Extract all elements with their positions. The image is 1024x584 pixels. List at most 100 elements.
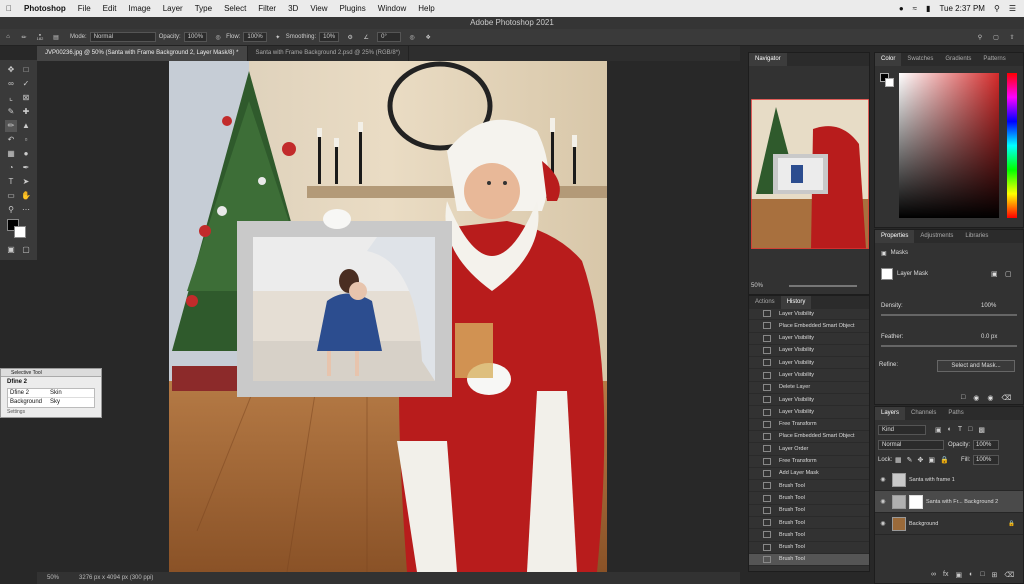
navigator-zoom-slider[interactable] xyxy=(789,285,857,287)
list-item[interactable]: Delete Layer xyxy=(749,382,869,395)
list-item[interactable]: Dfine 2 Skin xyxy=(8,389,94,398)
menu-extras-icon[interactable]: ☰ xyxy=(1009,4,1016,13)
load-selection-icon[interactable]: □ xyxy=(961,394,965,402)
fx-icon[interactable]: fx xyxy=(943,571,948,579)
menu-plugins[interactable]: Plugins xyxy=(334,4,372,13)
filter-adjust-icon[interactable]: ◐ xyxy=(948,426,952,434)
density-slider[interactable] xyxy=(881,314,1017,316)
list-item[interactable]: Background Sky xyxy=(8,398,94,407)
feather-value[interactable]: 0.0 px xyxy=(981,334,997,340)
list-item[interactable]: Brush Tool xyxy=(749,542,869,554)
menu-3d[interactable]: 3D xyxy=(282,4,304,13)
list-item[interactable]: Layer Visibility xyxy=(749,333,869,345)
menu-view[interactable]: View xyxy=(304,4,333,13)
list-item[interactable]: Layer Visibility xyxy=(749,394,869,407)
menu-help[interactable]: Help xyxy=(412,4,440,13)
eye-icon[interactable]: ◉ xyxy=(878,476,888,483)
menu-layer[interactable]: Layer xyxy=(157,4,189,13)
pressure-size-icon[interactable]: ◎ xyxy=(406,31,418,43)
list-item[interactable]: Free Transform xyxy=(749,456,869,468)
status-zoom[interactable]: 50% xyxy=(47,575,59,581)
list-item[interactable]: Layer Visibility xyxy=(749,345,869,358)
tab-color[interactable]: Color xyxy=(875,53,902,66)
symmetry-icon[interactable]: ❖ xyxy=(422,31,434,43)
lock-artboard-icon[interactable]: ▣ xyxy=(928,456,935,464)
background-color-swatch[interactable] xyxy=(14,226,26,238)
clock[interactable]: Tue 2:37 PM xyxy=(939,4,985,13)
gradient-tool-icon[interactable]: ▦ xyxy=(5,148,17,160)
list-item[interactable]: Free Transform xyxy=(749,419,869,431)
healing-tool-icon[interactable]: ✚ xyxy=(20,106,32,118)
move-tool-icon[interactable]: ✥ xyxy=(5,64,17,76)
fill-field[interactable]: 100% xyxy=(973,455,999,465)
eye-icon[interactable]: ◉ xyxy=(878,498,888,505)
frame-tool-icon[interactable]: ⊠ xyxy=(20,92,32,104)
list-item[interactable]: Layer Visibility xyxy=(749,406,869,419)
density-value[interactable]: 100% xyxy=(981,303,996,309)
color-field[interactable] xyxy=(899,73,999,218)
group-icon[interactable]: □ xyxy=(980,571,984,579)
layer-mask-thumbnail[interactable] xyxy=(909,494,923,509)
status-doc-size[interactable]: 3276 px x 4094 px (300 ppi) xyxy=(79,575,153,581)
adjustment-icon[interactable]: ◐ xyxy=(969,571,973,579)
navigator-zoom[interactable]: 50% xyxy=(751,283,763,289)
more-tools-icon[interactable]: ⋯ xyxy=(20,204,32,216)
filter-type-icon[interactable]: T xyxy=(958,426,962,434)
menu-type[interactable]: Type xyxy=(189,4,218,13)
brush-icon[interactable]: ✏ xyxy=(18,31,30,43)
tab-paths[interactable]: Paths xyxy=(942,407,969,420)
list-item[interactable]: Add Layer Mask xyxy=(749,468,869,481)
new-layer-icon[interactable]: ⊞ xyxy=(992,571,998,579)
blend-mode-select[interactable]: Normal xyxy=(878,440,944,450)
marquee-tool-icon[interactable]: □ xyxy=(20,64,32,76)
apply-mask-icon[interactable]: ◉ xyxy=(973,394,979,402)
eyedropper-tool-icon[interactable]: ✎ xyxy=(5,106,17,118)
pixel-mask-icon[interactable]: ▣ xyxy=(991,270,998,278)
list-item[interactable]: Brush Tool xyxy=(749,480,869,493)
tab-properties[interactable]: Properties xyxy=(875,230,915,243)
history-brush-tool-icon[interactable]: ↶ xyxy=(5,134,17,146)
tab-patterns[interactable]: Patterns xyxy=(977,53,1011,66)
background-color-swatch[interactable] xyxy=(885,78,894,87)
list-item[interactable]: Brush Tool xyxy=(749,517,869,530)
quick-select-tool-icon[interactable]: ✓ xyxy=(20,78,32,90)
opacity-field[interactable]: 100% xyxy=(183,32,208,42)
visibility-icon[interactable]: ◉ xyxy=(987,394,993,402)
filter-shape-icon[interactable]: □ xyxy=(968,426,972,434)
tab-layers[interactable]: Layers xyxy=(875,407,906,420)
layer-mask-thumbnail[interactable] xyxy=(881,268,893,280)
list-item[interactable]: Place Embedded Smart Object xyxy=(749,431,869,444)
eye-icon[interactable]: ◉ xyxy=(878,520,888,527)
menu-image[interactable]: Image xyxy=(122,4,156,13)
list-item[interactable]: Layer Visibility xyxy=(749,357,869,370)
type-tool-icon[interactable]: T xyxy=(5,176,17,188)
smoothing-field[interactable]: 10% xyxy=(319,32,340,42)
screen-mode-icon[interactable]: ▢ xyxy=(20,244,32,256)
search-icon[interactable]: ⚲ xyxy=(974,31,986,43)
eraser-tool-icon[interactable]: ▫ xyxy=(20,134,32,146)
menu-edit[interactable]: Edit xyxy=(97,4,123,13)
record-icon[interactable]: ● xyxy=(899,4,904,13)
selective-settings[interactable]: Settings xyxy=(1,409,101,415)
mode-select[interactable]: Normal xyxy=(89,32,156,42)
menu-file[interactable]: File xyxy=(72,4,97,13)
lock-all-icon[interactable]: 🔒 xyxy=(940,456,949,464)
layer-opacity-field[interactable]: 100% xyxy=(973,440,999,450)
menu-filter[interactable]: Filter xyxy=(252,4,282,13)
lock-move-icon[interactable]: ✥ xyxy=(918,456,924,464)
angle-field[interactable]: 0° xyxy=(377,32,402,42)
tab-libraries[interactable]: Libraries xyxy=(959,230,994,243)
pen-tool-icon[interactable]: ✒ xyxy=(20,162,32,174)
brush-settings-icon[interactable]: ▤ xyxy=(50,31,62,43)
list-item[interactable]: Brush Tool xyxy=(749,553,869,567)
tab-gradients[interactable]: Gradients xyxy=(939,53,977,66)
battery-icon[interactable]: ▮ xyxy=(926,4,930,13)
list-item[interactable]: Brush Tool xyxy=(749,529,869,542)
share-icon[interactable]: ⇧ xyxy=(1006,31,1018,43)
home-icon[interactable]: ⌂ xyxy=(2,31,14,43)
apple-icon[interactable]:  xyxy=(0,4,18,13)
layer-filter-kind[interactable]: Kind xyxy=(878,425,926,435)
search-icon[interactable]: ⚲ xyxy=(994,4,1000,13)
lock-pixels-icon[interactable]: ▦ xyxy=(895,456,902,464)
dodge-tool-icon[interactable]: ◔ xyxy=(5,162,17,174)
